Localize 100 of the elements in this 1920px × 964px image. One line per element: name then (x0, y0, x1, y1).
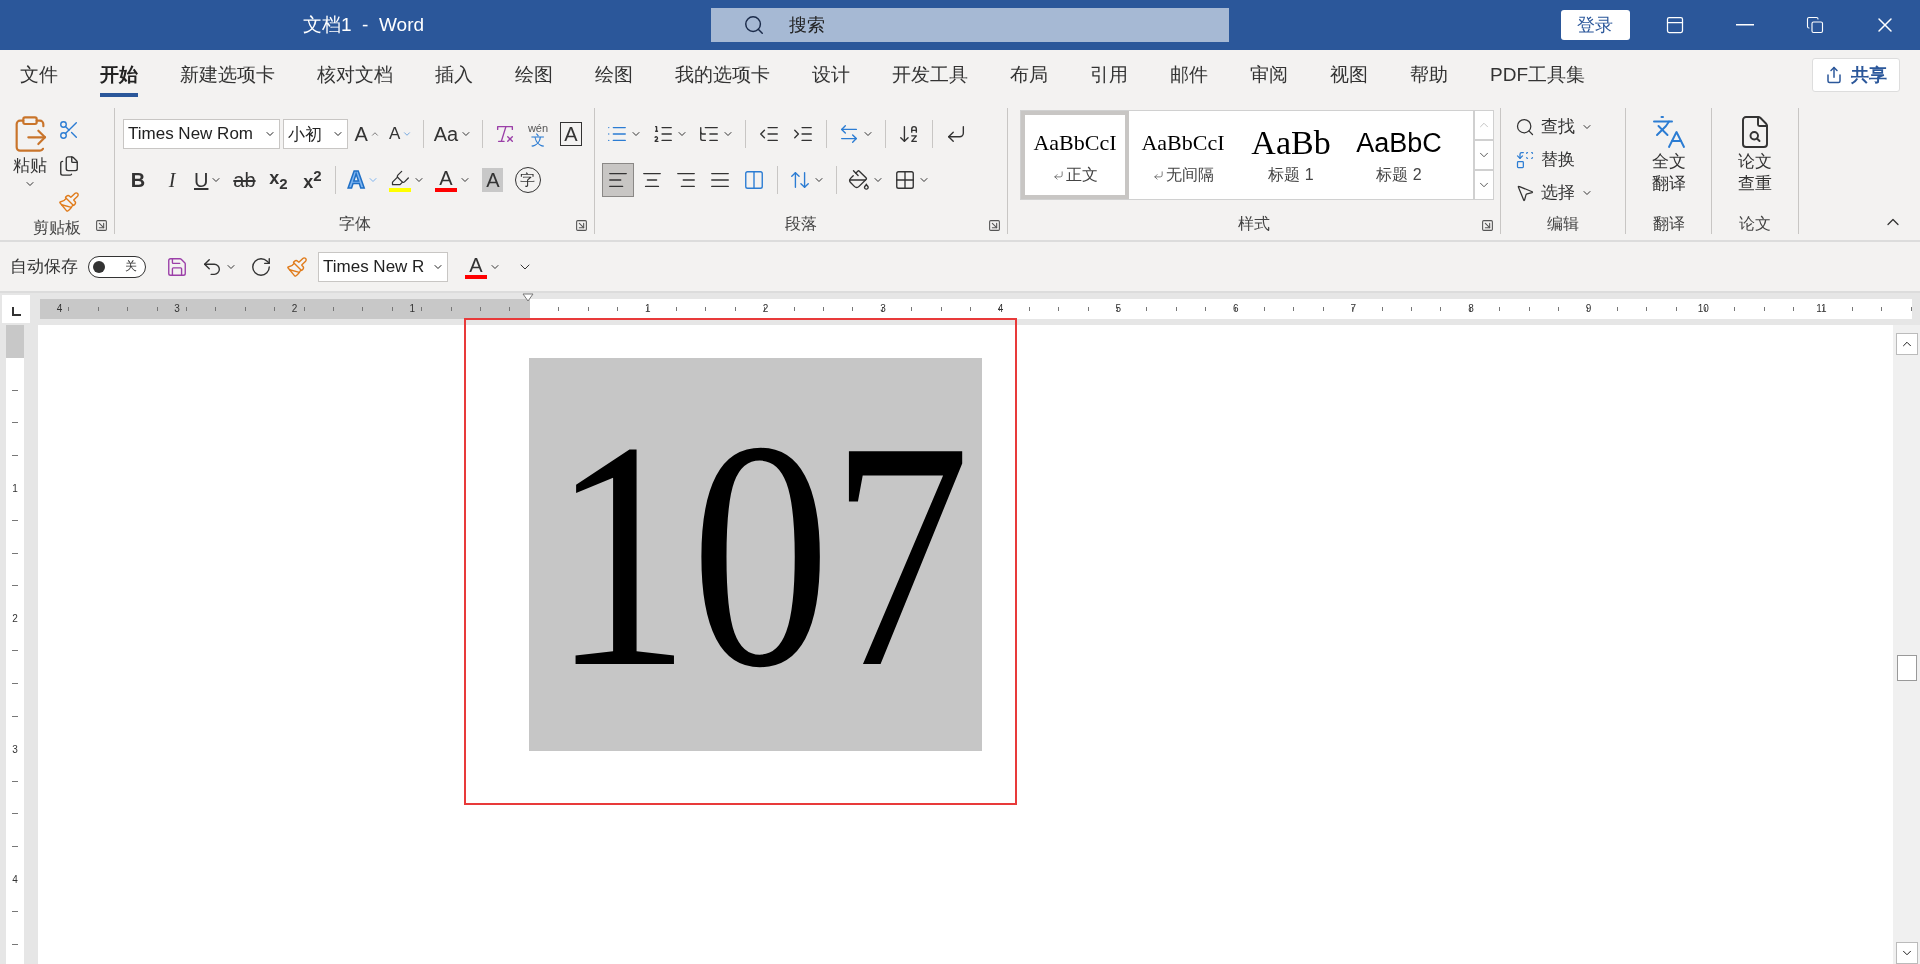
ruler-number: 9 (1585, 303, 1592, 315)
ruler-number: 1 (409, 303, 415, 315)
ribbon-tab[interactable]: 设计 (812, 53, 850, 97)
ruler-number: 4 (12, 874, 18, 886)
share-button[interactable]: 共享 (1812, 58, 1900, 92)
save-icon (166, 255, 188, 278)
font-color-button[interactable]: A (431, 164, 474, 196)
window-title: 文档1 - Word (302, 13, 426, 37)
paragraph-mark-icon (1152, 169, 1164, 181)
shrink-font-button[interactable]: A (385, 118, 416, 150)
ruler-number: 11 (1816, 303, 1827, 315)
minimize-icon (1736, 24, 1755, 26)
copy-icon (58, 155, 80, 177)
search-icon (1515, 116, 1535, 137)
sign-in-button[interactable]: 登录 (1560, 10, 1631, 40)
scroll-thumb[interactable] (1896, 655, 1917, 681)
ribbon-tab[interactable]: PDF工具集 (1490, 53, 1585, 97)
ribbon-tab[interactable]: 绘图 (515, 53, 553, 97)
replace-icon (1515, 149, 1535, 170)
group-label: 编辑 (1547, 214, 1579, 234)
font-name-dropdown[interactable]: Times New Rom (123, 119, 280, 149)
font-size-dropdown[interactable]: 小初 (282, 119, 349, 149)
indent-marker-icon[interactable] (522, 293, 534, 303)
ribbon-tab[interactable]: 帮助 (1410, 53, 1448, 97)
phonetic-guide-button[interactable]: wén 文 (523, 118, 553, 150)
sort-icon (898, 123, 920, 145)
group-label: 字体 (338, 214, 371, 234)
plagiarism-check-button[interactable]: 论文 查重 (1733, 108, 1777, 214)
caret-up-icon (369, 129, 380, 139)
ribbon-tab[interactable]: 审阅 (1250, 53, 1288, 97)
subscript-button[interactable]: x$_{2}$ (263, 164, 294, 196)
ribbon-tab[interactable]: 绘图 (595, 53, 633, 97)
style-item[interactable]: AaBbCcI 正文 (1021, 111, 1129, 199)
ruler-number: 3 (880, 303, 886, 315)
find-button[interactable]: 查找 (1511, 110, 1615, 143)
restore-icon (1806, 16, 1825, 34)
tab-selector-icon[interactable] (2, 295, 30, 323)
dialog-launcher-icon[interactable] (988, 219, 1001, 232)
group-label: 样式 (1238, 214, 1270, 234)
change-case-button[interactable]: Aa (430, 118, 475, 150)
group-label: 翻译 (1652, 214, 1685, 234)
left-right-arrow-icon (838, 123, 860, 145)
dialog-launcher-icon[interactable] (575, 219, 588, 232)
font-name-dropdown[interactable]: Times New R (318, 251, 448, 282)
numbered-list-icon (652, 123, 674, 145)
ribbon-tab[interactable]: 新建选项卡 (180, 53, 275, 97)
ribbon-tab[interactable]: 引用 (1090, 53, 1128, 97)
window-box-icon (1665, 15, 1686, 35)
share-icon (1825, 66, 1843, 84)
grow-font-button[interactable]: A (351, 118, 383, 150)
ruler-number: 1 (645, 303, 651, 315)
ribbon-tab[interactable]: 邮件 (1170, 53, 1208, 97)
ribbon-tab[interactable]: 视图 (1330, 53, 1368, 97)
ruler-number: 4 (56, 303, 63, 315)
ribbon-tab[interactable]: 开始 (100, 53, 138, 97)
scissors-icon (58, 119, 80, 141)
ribbon-tab[interactable]: 文件 (20, 53, 58, 97)
ruler-number: 2 (291, 303, 298, 315)
italic-button[interactable]: I (157, 164, 187, 196)
caret-icon (402, 129, 413, 139)
group-label: 段落 (785, 214, 817, 234)
ruler-number: 10 (1697, 303, 1709, 315)
ruler-number: 8 (1468, 303, 1474, 315)
translate-icon (1650, 114, 1687, 150)
select-button[interactable]: 选择 (1511, 176, 1615, 209)
paintbrush-icon (58, 191, 80, 213)
vertical-ruler-margin (6, 325, 24, 358)
underline-button[interactable]: U (191, 164, 226, 196)
paint-bucket-icon (848, 169, 870, 191)
ribbon-tab[interactable]: 布局 (1010, 53, 1048, 97)
autosave-toggle[interactable]: 关 (88, 255, 146, 278)
ruler-number: 7 (1350, 303, 1357, 315)
ribbon-tab[interactable]: 插入 (435, 53, 473, 97)
highlighter-icon (389, 168, 410, 188)
vertical-scrollbar[interactable] (1893, 325, 1920, 964)
autosave-label: 自动保存 (10, 256, 78, 278)
paintbrush-icon (286, 255, 308, 278)
dialog-launcher-icon[interactable] (95, 219, 108, 232)
search-icon (743, 14, 766, 36)
font-color-button[interactable]: A (462, 250, 504, 283)
paste-button[interactable]: 粘贴 (6, 108, 54, 218)
replace-button[interactable]: 替换 (1511, 143, 1615, 176)
ribbon-tab[interactable]: 开发工具 (892, 53, 968, 97)
ruler-number: 4 (997, 303, 1004, 315)
ruler-number: 1 (12, 482, 18, 495)
ruler-number: 3 (174, 303, 180, 315)
ribbon-tab[interactable]: 我的选项卡 (675, 53, 770, 97)
strikethrough-button[interactable]: ab (229, 164, 260, 196)
grid-icon (894, 169, 916, 191)
dialog-launcher-icon[interactable] (1481, 219, 1494, 232)
ruler-number: 2 (762, 303, 769, 315)
superscript-button[interactable]: x$^{2}$ (297, 164, 328, 196)
ruler-number: 5 (1115, 303, 1121, 315)
ribbon-tab[interactable]: 核对文档 (317, 53, 393, 97)
alignment-button[interactable] (603, 164, 633, 196)
bold-button[interactable]: B (123, 164, 153, 196)
translate-button[interactable]: 全文 翻译 (1646, 108, 1691, 214)
ruler-number: 6 (1233, 303, 1239, 315)
ruler-number: 3 (12, 743, 18, 756)
redo-icon (250, 255, 272, 278)
